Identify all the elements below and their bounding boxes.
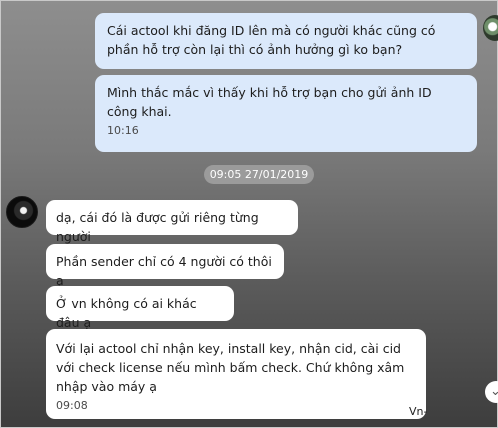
message-outgoing[interactable]: Cái actool khi đăng ID lên mà có người k… bbox=[95, 13, 477, 69]
date-separator: 09:05 27/01/2019 bbox=[204, 165, 314, 184]
message-incoming[interactable]: Ở vn không có ai khác đâu ạ bbox=[46, 286, 234, 330]
message-incoming[interactable]: Với lại actool chỉ nhận key, install key… bbox=[46, 329, 426, 419]
message-incoming[interactable]: Phần sender chỉ có 4 người có thôi ạ bbox=[46, 244, 284, 288]
message-incoming[interactable]: dạ, cái đó là được gửi riêng từng người bbox=[46, 200, 298, 244]
user-avatar[interactable] bbox=[483, 15, 498, 41]
message-text: dạ, cái đó là được gửi riêng từng người bbox=[56, 210, 259, 244]
message-text: Cái actool khi đăng ID lên mà có người k… bbox=[107, 23, 436, 57]
message-text: Mình thắc mắc vì thấy khi hỗ trợ bạn cho… bbox=[107, 85, 432, 119]
message-text: Với lại actool chỉ nhận key, install key… bbox=[56, 341, 405, 394]
chevron-down-icon: ⌄ bbox=[490, 384, 498, 399]
scroll-down-button[interactable]: ⌄ bbox=[485, 381, 498, 403]
message-outgoing[interactable]: Mình thắc mắc vì thấy khi hỗ trợ bạn cho… bbox=[95, 75, 477, 152]
watermark: Vn- bbox=[409, 405, 428, 418]
contact-avatar[interactable] bbox=[6, 196, 38, 228]
message-time: 10:16 bbox=[107, 124, 139, 137]
message-text: Phần sender chỉ có 4 người có thôi ạ bbox=[56, 254, 272, 288]
chat-window: Cái actool khi đăng ID lên mà có người k… bbox=[0, 0, 498, 428]
message-text: Ở vn không có ai khác đâu ạ bbox=[56, 296, 197, 330]
message-time: 09:08 bbox=[56, 399, 88, 412]
